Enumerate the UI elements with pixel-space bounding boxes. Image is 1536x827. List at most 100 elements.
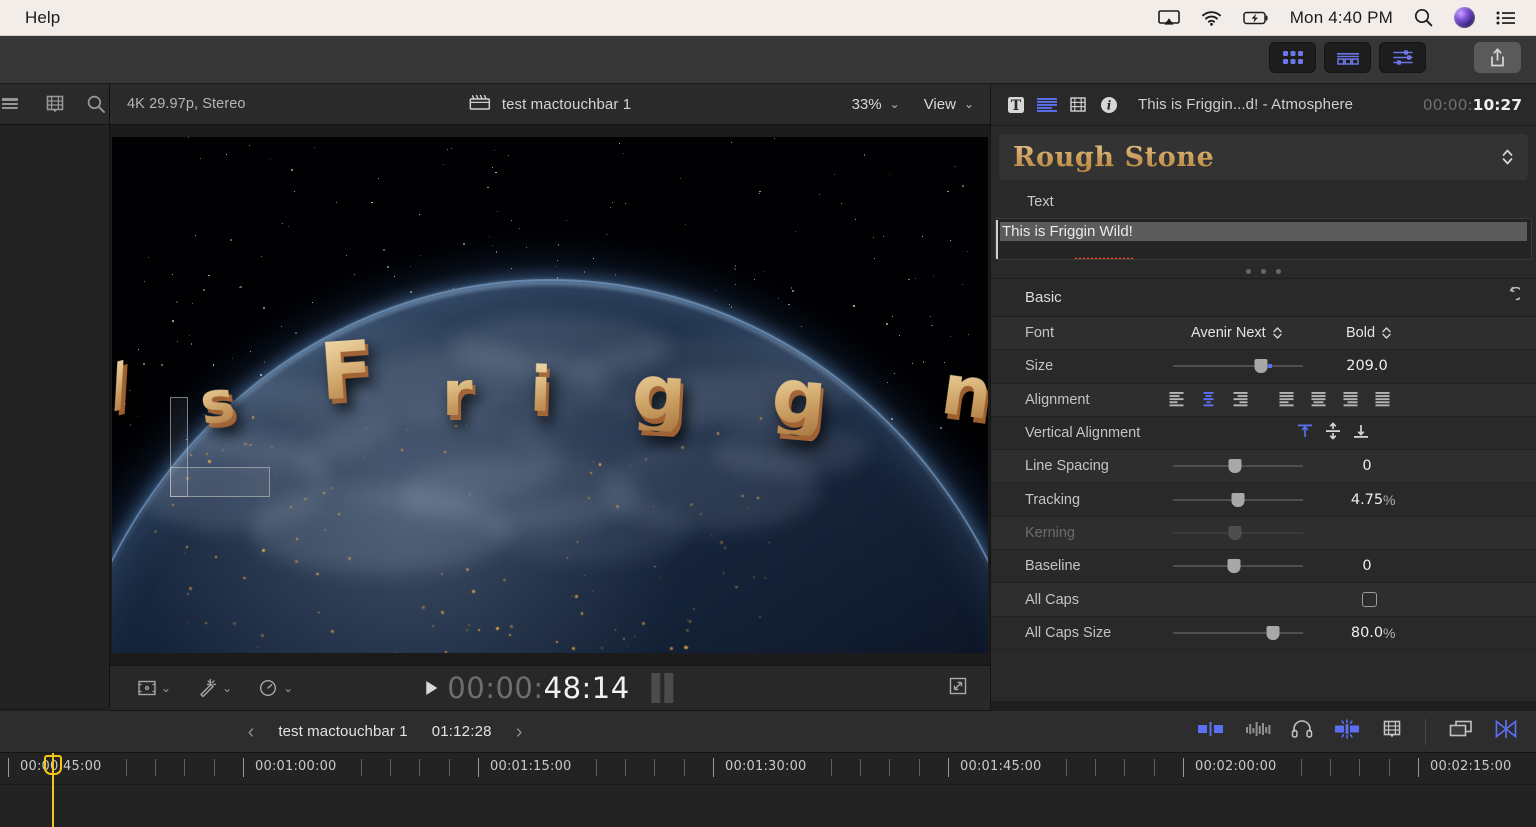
justify-full-button[interactable]	[1367, 389, 1399, 411]
property-slider[interactable]	[1173, 625, 1303, 640]
justify-full-icon[interactable]	[1373, 391, 1393, 408]
timeline-body[interactable]	[0, 785, 1536, 827]
align-center-icon[interactable]	[1199, 391, 1219, 408]
viewer-zoom-value[interactable]: 33%	[852, 96, 882, 113]
valign-middle-button[interactable]	[1324, 421, 1342, 445]
slider-knob[interactable]	[1228, 525, 1242, 540]
stepper-chevron-icon[interactable]	[1381, 325, 1392, 341]
playhead-handle[interactable]	[44, 755, 62, 775]
library-list-icon[interactable]	[2, 95, 24, 113]
retime-control[interactable]: ⌄	[258, 678, 293, 698]
chevron-down-icon[interactable]: ⌄	[890, 97, 900, 111]
align-left-icon[interactable]	[1167, 391, 1187, 408]
property-value[interactable]: 0	[1311, 458, 1423, 474]
valign-top-button[interactable]	[1296, 422, 1314, 445]
text-input-field[interactable]: This is Friggin Wild!	[995, 218, 1532, 260]
property-slider[interactable]	[1173, 459, 1303, 474]
basic-section-header[interactable]: Basic	[991, 279, 1536, 317]
justify-left-icon[interactable]	[1277, 391, 1297, 408]
valign-bottom-icon[interactable]	[1352, 422, 1370, 440]
slider-knob[interactable]	[1231, 492, 1245, 507]
search-icon[interactable]	[86, 94, 106, 114]
font-style-selector[interactable]: Bold	[1346, 325, 1392, 341]
valign-bottom-button[interactable]	[1352, 422, 1370, 445]
valign-middle-icon[interactable]	[1324, 421, 1342, 440]
align-right-button[interactable]	[1225, 389, 1257, 411]
video-inspector-icon[interactable]	[1067, 94, 1089, 116]
wifi-icon[interactable]	[1201, 10, 1222, 26]
info-inspector-icon[interactable]: i	[1098, 94, 1120, 116]
page-dot[interactable]	[1261, 269, 1266, 274]
audio-waveform-icon[interactable]	[1245, 720, 1271, 743]
title-inspector-icon[interactable]	[1036, 94, 1058, 116]
slider-knob[interactable]	[1266, 625, 1280, 640]
chevron-down-icon[interactable]: ⌄	[964, 97, 974, 111]
chevron-down-icon[interactable]: ⌄	[222, 681, 232, 695]
page-dots[interactable]	[995, 260, 1532, 278]
share-button[interactable]	[1474, 42, 1521, 73]
chroma-icon[interactable]	[1494, 719, 1518, 744]
page-dot[interactable]	[1276, 269, 1281, 274]
airplay-icon[interactable]	[1157, 9, 1180, 26]
playhead[interactable]	[44, 753, 62, 827]
text-preset-selector[interactable]: Rough Stone	[999, 134, 1528, 180]
property-slider[interactable]	[1173, 359, 1303, 374]
property-value[interactable]: 4.75	[1311, 492, 1423, 508]
property-value[interactable]: 80.0	[1311, 625, 1423, 641]
reset-arrow-icon[interactable]	[1501, 286, 1523, 309]
property-slider[interactable]	[1173, 525, 1303, 540]
menu-item-help[interactable]: Help	[16, 6, 69, 30]
align-left-button[interactable]	[1161, 389, 1193, 411]
page-dot[interactable]	[1246, 269, 1251, 274]
font-family-selector[interactable]: Avenir Next	[1191, 325, 1283, 341]
timecode-scrub-bars[interactable]	[651, 673, 674, 703]
justify-center-button[interactable]	[1303, 389, 1335, 411]
filmstrip-icon[interactable]	[1381, 718, 1403, 745]
stepper-icon[interactable]	[1501, 147, 1514, 167]
justify-right-icon[interactable]	[1341, 391, 1361, 408]
dual-window-icon[interactable]	[1448, 719, 1474, 744]
stepper-chevron-icon[interactable]	[1272, 325, 1283, 341]
battery-charging-icon[interactable]	[1242, 11, 1269, 25]
timeline-ruler-area[interactable]: 00:00:45:00 00:01:00:00 00:01:15:00 00:01:3…	[0, 753, 1536, 827]
inspector-button[interactable]	[1379, 42, 1426, 73]
audio-highlight-icon[interactable]	[1333, 719, 1361, 744]
text-inspector-icon[interactable]: T	[1005, 94, 1027, 116]
justify-center-icon[interactable]	[1309, 391, 1329, 408]
property-slider[interactable]	[1173, 492, 1303, 507]
chevron-down-icon[interactable]: ⌄	[161, 681, 171, 695]
clip-appearance-icon[interactable]	[1197, 720, 1225, 743]
siri-icon[interactable]	[1454, 7, 1475, 28]
enhancements-control[interactable]: ⌄	[197, 678, 232, 698]
slider-knob[interactable]	[1227, 559, 1241, 574]
viewer-view-menu[interactable]: View	[924, 96, 956, 113]
control-center-icon[interactable]	[1496, 10, 1516, 26]
viewer-canvas[interactable]: / s Fr i g g n	[112, 137, 988, 653]
align-right-icon[interactable]	[1231, 391, 1251, 408]
fullscreen-button[interactable]	[948, 676, 990, 701]
timeline-ruler[interactable]: 00:00:45:00 00:01:00:00 00:01:15:00 00:01:3…	[0, 753, 1536, 785]
property-value[interactable]: 0	[1311, 558, 1423, 574]
chevron-left-icon[interactable]: ‹	[248, 722, 255, 742]
property-value[interactable]: 209.0	[1311, 358, 1423, 374]
viewer-title-group[interactable]: test mactouchbar 1	[469, 93, 631, 116]
align-center-button[interactable]	[1193, 389, 1225, 411]
browser-view-button[interactable]	[1269, 42, 1316, 73]
valign-top-icon[interactable]	[1296, 422, 1314, 440]
justify-left-button[interactable]	[1271, 389, 1303, 411]
justify-right-button[interactable]	[1335, 389, 1367, 411]
headphones-icon[interactable]	[1291, 719, 1313, 744]
timeline-index-button[interactable]	[1324, 42, 1371, 73]
chevron-down-icon[interactable]: ⌄	[283, 681, 293, 695]
transport-timecode-group[interactable]: 00:00:48:14	[426, 671, 674, 705]
property-slider[interactable]	[1173, 559, 1303, 574]
spotlight-search-icon[interactable]	[1414, 8, 1433, 27]
slider-knob[interactable]	[1228, 459, 1242, 474]
menu-bar-clock[interactable]: Mon 4:40 PM	[1290, 8, 1393, 28]
slider-knob[interactable]	[1254, 359, 1268, 374]
transform-control[interactable]: ⌄	[136, 679, 171, 697]
filmstrip-icon[interactable]	[44, 93, 66, 115]
chevron-right-icon[interactable]: ›	[516, 722, 523, 742]
play-icon[interactable]	[426, 681, 438, 695]
all-caps-checkbox[interactable]	[1362, 592, 1377, 608]
